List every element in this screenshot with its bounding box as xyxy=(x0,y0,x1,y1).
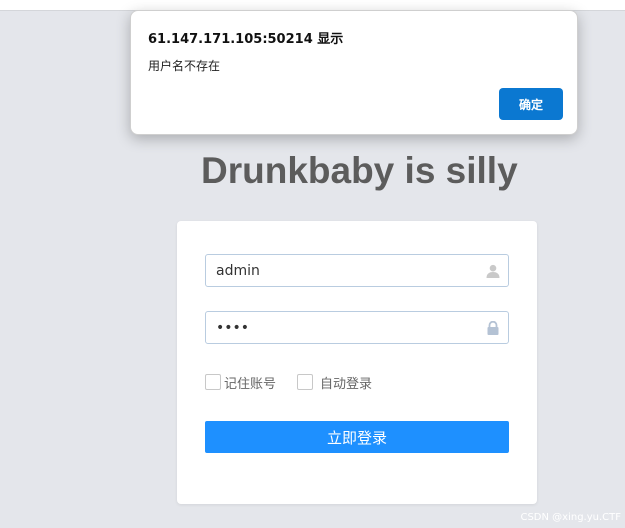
watermark: CSDN @xing.yu.CTF xyxy=(520,512,621,523)
user-icon xyxy=(486,264,500,278)
password-input[interactable] xyxy=(216,312,471,343)
lock-icon xyxy=(487,321,499,335)
login-card: 记住账号 自动登录 立即登录 xyxy=(177,221,537,504)
alert-dialog: 61.147.171.105:50214 显示 用户名不存在 确定 xyxy=(130,10,578,135)
remember-account-option[interactable]: 记住账号 xyxy=(205,373,277,392)
auto-login-label: 自动登录 xyxy=(320,376,373,392)
username-input[interactable] xyxy=(216,255,471,286)
login-button[interactable]: 立即登录 xyxy=(205,421,509,453)
auto-login-option[interactable]: 自动登录 xyxy=(297,373,373,392)
page-title: Drunkbaby is silly xyxy=(201,150,518,191)
auto-login-checkbox[interactable] xyxy=(297,374,313,390)
password-field xyxy=(205,311,509,344)
username-field xyxy=(205,254,509,287)
remember-account-checkbox[interactable] xyxy=(205,374,221,390)
alert-ok-button[interactable]: 确定 xyxy=(499,88,563,120)
alert-title: 61.147.171.105:50214 显示 xyxy=(148,32,344,47)
remember-account-label: 记住账号 xyxy=(224,376,277,392)
alert-message: 用户名不存在 xyxy=(148,59,221,73)
